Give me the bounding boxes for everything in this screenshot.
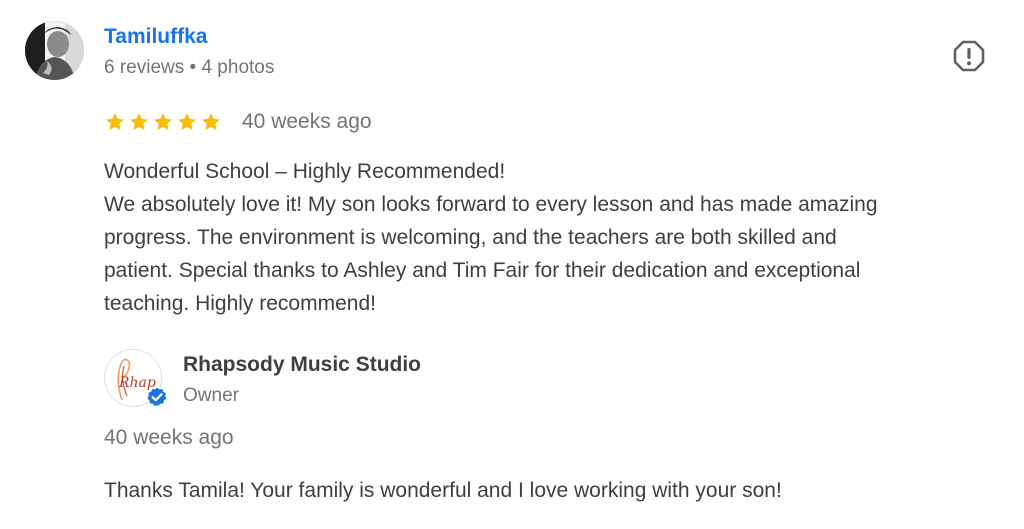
- review-text-line: patient. Special thanks to Ashley and Ti…: [104, 259, 861, 282]
- review-text-line: We absolutely love it! My son looks forw…: [104, 193, 878, 216]
- reviewer-meta: 6 reviews • 4 photos: [104, 57, 275, 78]
- review-text-line: Wonderful School – Highly Recommended!: [104, 160, 506, 183]
- star-icon: [130, 113, 148, 131]
- star-icon: [202, 113, 220, 131]
- report-button[interactable]: [952, 39, 986, 73]
- rating-row: 40 weeks ago: [104, 109, 372, 135]
- reviewer-name[interactable]: Tamiluffka: [104, 25, 207, 49]
- report-flag-icon: [953, 40, 985, 72]
- review-text-line: teaching. Highly recommend!: [104, 292, 376, 315]
- review-text: Wonderful School – Highly Recommended! We…: [104, 155, 984, 320]
- verified-check-icon: [145, 385, 169, 409]
- reply-text: Thanks Tamila! Your family is wonderful …: [104, 479, 782, 502]
- review-card: Tamiluffka 6 reviews • 4 photos 40 weeks…: [0, 0, 1024, 529]
- star-rating: [104, 111, 222, 133]
- review-text-line: progress. The environment is welcoming, …: [104, 226, 837, 249]
- review-date: 40 weeks ago: [242, 110, 372, 133]
- reviewer-avatar[interactable]: [25, 21, 84, 80]
- star-icon: [178, 113, 196, 131]
- person-photo-icon: [25, 21, 84, 80]
- star-icon: [154, 113, 172, 131]
- owner-role: Owner: [183, 385, 239, 406]
- reply-date: 40 weeks ago: [104, 426, 234, 449]
- owner-name[interactable]: Rhapsody Music Studio: [183, 353, 421, 377]
- star-icon: [106, 113, 124, 131]
